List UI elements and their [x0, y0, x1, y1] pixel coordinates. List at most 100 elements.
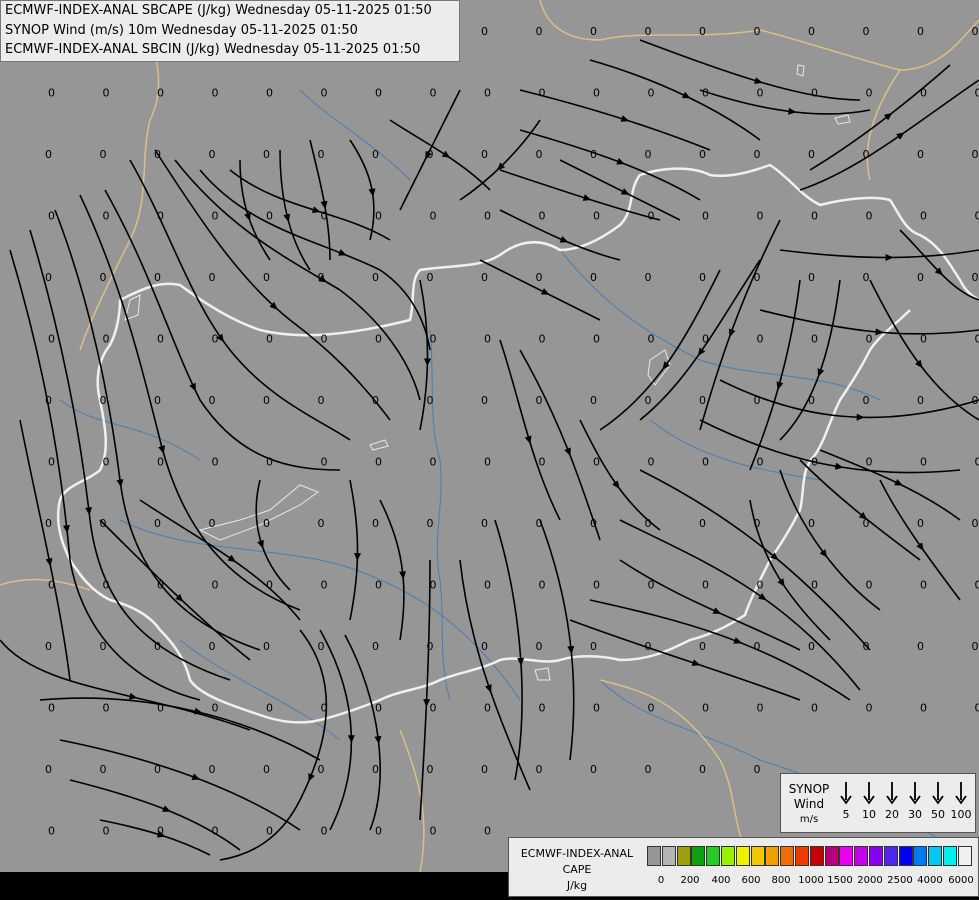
cape-value-label: 0: [648, 702, 655, 715]
cape-value-label: 0: [263, 517, 270, 530]
cape-value-label: 0: [375, 825, 382, 838]
cape-color-swatch: [824, 846, 839, 866]
cape-value-label: 0: [321, 210, 328, 223]
cape-tick-label: 6000: [948, 875, 974, 886]
cape-value-label: 0: [811, 210, 818, 223]
cape-value-label: 0: [212, 210, 219, 223]
cape-value-label: 0: [484, 333, 491, 346]
cape-value-label: 0: [539, 333, 546, 346]
cape-value-label: 0: [263, 148, 270, 161]
cape-value-label: 0: [427, 394, 434, 407]
cape-value-label: 0: [263, 394, 270, 407]
cape-value-label: 0: [920, 702, 927, 715]
cape-value-label: 0: [702, 210, 709, 223]
wind-legend-title: SYNOP Wind m/s: [783, 782, 835, 827]
cape-value-label: 0: [481, 517, 488, 530]
cape-value-label: 0: [375, 579, 382, 592]
cape-value-label: 0: [539, 87, 546, 100]
cape-value-label: 0: [757, 456, 764, 469]
wind-legend-speed-label: 100: [950, 808, 972, 821]
cape-value-label: 0: [375, 702, 382, 715]
cape-value-label: 0: [808, 148, 815, 161]
cape-value-label: 0: [811, 579, 818, 592]
cape-legend: ECMWF-INDEX-ANAL CAPE J/kg 0 200 400 600 800…: [508, 837, 979, 897]
cape-value-label: 0: [754, 271, 761, 284]
wind-legend-speed: 10: [858, 780, 880, 821]
cape-value-label: 0: [699, 148, 706, 161]
cape-color-swatch: [943, 846, 957, 866]
cape-value-label: 0: [757, 579, 764, 592]
wind-legend-title-line2: Wind: [793, 797, 825, 811]
cape-value-label: 0: [484, 702, 491, 715]
cape-value-label: 0: [321, 702, 328, 715]
cape-value-label: 0: [593, 210, 600, 223]
cape-value-label: 0: [430, 825, 437, 838]
cape-value-label: 0: [481, 148, 488, 161]
cape-value-label: 0: [593, 87, 600, 100]
cape-value-label: 0: [321, 579, 328, 592]
cape-value-label: 0: [757, 87, 764, 100]
cape-value-label: 0: [375, 87, 382, 100]
cape-value-label: 0: [590, 148, 597, 161]
cape-value-label: 0: [863, 271, 870, 284]
cape-color-swatch: [721, 846, 735, 866]
cape-value-label: 0: [972, 517, 979, 530]
cape-color-swatch: [795, 846, 809, 866]
cape-value-label: 0: [645, 394, 652, 407]
cape-value-label: 0: [702, 333, 709, 346]
weather-map: 0 0 0 0 0 0 0 0 0 0 0 0 0 0 0 0 0 0 0 0 0 0 0 0 0 0 0 0 0 0 0 0 0 0 0 0 0 0 0 0…: [0, 0, 979, 900]
cape-value-label: 0: [972, 640, 979, 653]
cape-value-label: 0: [484, 456, 491, 469]
cape-value-label: 0: [430, 87, 437, 100]
wind-legend-speed: 30: [904, 780, 926, 821]
cape-value-label: 0: [699, 640, 706, 653]
cape-value-label: 0: [154, 640, 161, 653]
cape-value-label: 0: [45, 148, 52, 161]
cape-value-label: 0: [427, 517, 434, 530]
cape-value-label: 0: [645, 25, 652, 38]
map-background: [0, 0, 979, 872]
cape-value-label: 0: [917, 148, 924, 161]
cape-color-swatch: [839, 846, 854, 866]
cape-legend-title: ECMWF-INDEX-ANAL CAPE J/kg: [513, 846, 641, 894]
header-line-cape: ECMWF-INDEX-ANAL SBCAPE (J/kg) Wednesday…: [5, 3, 432, 18]
cape-value-label: 0: [536, 148, 543, 161]
cape-value-label: 0: [972, 394, 979, 407]
cape-value-label: 0: [754, 394, 761, 407]
cape-value-label: 0: [645, 148, 652, 161]
header-line-wind: SYNOP Wind (m/s) 10m Wednesday 05-11-202…: [5, 22, 358, 38]
bottom-black-band: [0, 872, 508, 900]
cape-value-label: 0: [100, 148, 107, 161]
cape-value-label: 0: [866, 456, 873, 469]
cape-value-label: 0: [593, 579, 600, 592]
cape-color-swatch: [661, 846, 676, 866]
cape-value-label: 0: [811, 456, 818, 469]
cape-value-label: 0: [648, 210, 655, 223]
cape-value-label: 0: [48, 825, 55, 838]
cape-value-label: 0: [372, 148, 379, 161]
cape-value-label: 0: [100, 517, 107, 530]
wind-legend-speed-label: 5: [842, 808, 850, 821]
cape-value-label: 0: [757, 210, 764, 223]
cape-value-label: 0: [427, 763, 434, 776]
cape-value-label: 0: [318, 763, 325, 776]
cape-value-label: 0: [754, 763, 761, 776]
cape-value-label: 0: [699, 271, 706, 284]
cape-value-label: 0: [209, 394, 216, 407]
cape-value-label: 0: [157, 210, 164, 223]
cape-value-label: 0: [209, 763, 216, 776]
cape-value-label: 0: [920, 87, 927, 100]
cape-value-label: 0: [645, 271, 652, 284]
cape-value-label: 0: [103, 825, 110, 838]
cape-value-label: 0: [266, 825, 273, 838]
cape-value-label: 0: [699, 394, 706, 407]
cape-value-label: 0: [212, 579, 219, 592]
cape-value-label: 0: [866, 333, 873, 346]
cape-value-label: 0: [863, 640, 870, 653]
cape-value-label: 0: [536, 394, 543, 407]
cape-color-swatch: [957, 846, 972, 866]
cape-value-label: 0: [645, 640, 652, 653]
wind-legend-speed-label: 30: [908, 808, 922, 821]
cape-value-label: 0: [103, 210, 110, 223]
cape-value-label: 0: [917, 394, 924, 407]
